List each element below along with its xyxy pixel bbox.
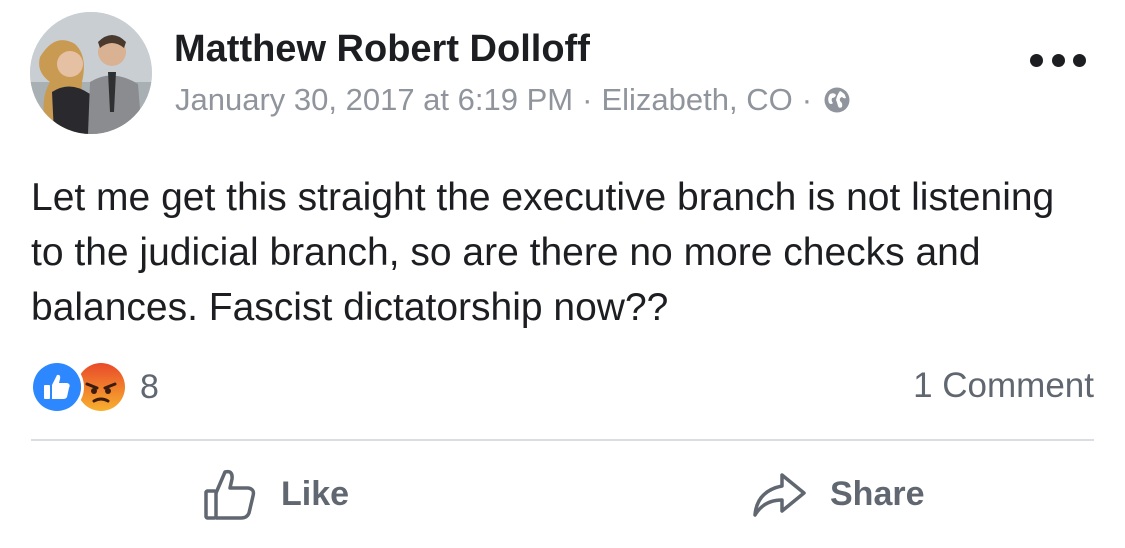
comments-count-link[interactable]: 1 Comment (913, 366, 1094, 406)
share-arrow-icon (753, 473, 806, 517)
like-reaction-icon (30, 360, 84, 414)
ellipsis-icon (1073, 53, 1086, 67)
share-label: Share (830, 474, 925, 513)
post-text: Let me get this straight the executive b… (31, 176, 1055, 329)
ellipsis-icon (1051, 53, 1065, 67)
post-meta: January 30, 2017 at 6:19 PM · Elizabeth,… (175, 82, 851, 118)
post-timestamp[interactable]: January 30, 2017 at 6:19 PM (175, 82, 573, 118)
like-button[interactable]: Like (203, 462, 349, 526)
author-name[interactable]: Matthew Robert Dolloff (174, 28, 590, 71)
ellipsis-icon (1030, 53, 1043, 67)
post-location[interactable]: Elizabeth, CO (601, 82, 792, 118)
avatar[interactable] (30, 12, 152, 134)
thumbs-up-icon (204, 469, 256, 520)
profile-photo (30, 12, 152, 134)
more-options-button[interactable] (1030, 48, 1086, 72)
meta-separator: · (801, 82, 813, 117)
meta-separator: · (582, 82, 593, 117)
reaction-count: 8 (140, 367, 159, 406)
like-label: Like (281, 474, 350, 513)
globe-icon (823, 86, 851, 114)
reactions-summary[interactable]: 8 (30, 360, 159, 414)
share-button[interactable]: Share (752, 462, 925, 526)
divider (31, 439, 1094, 441)
